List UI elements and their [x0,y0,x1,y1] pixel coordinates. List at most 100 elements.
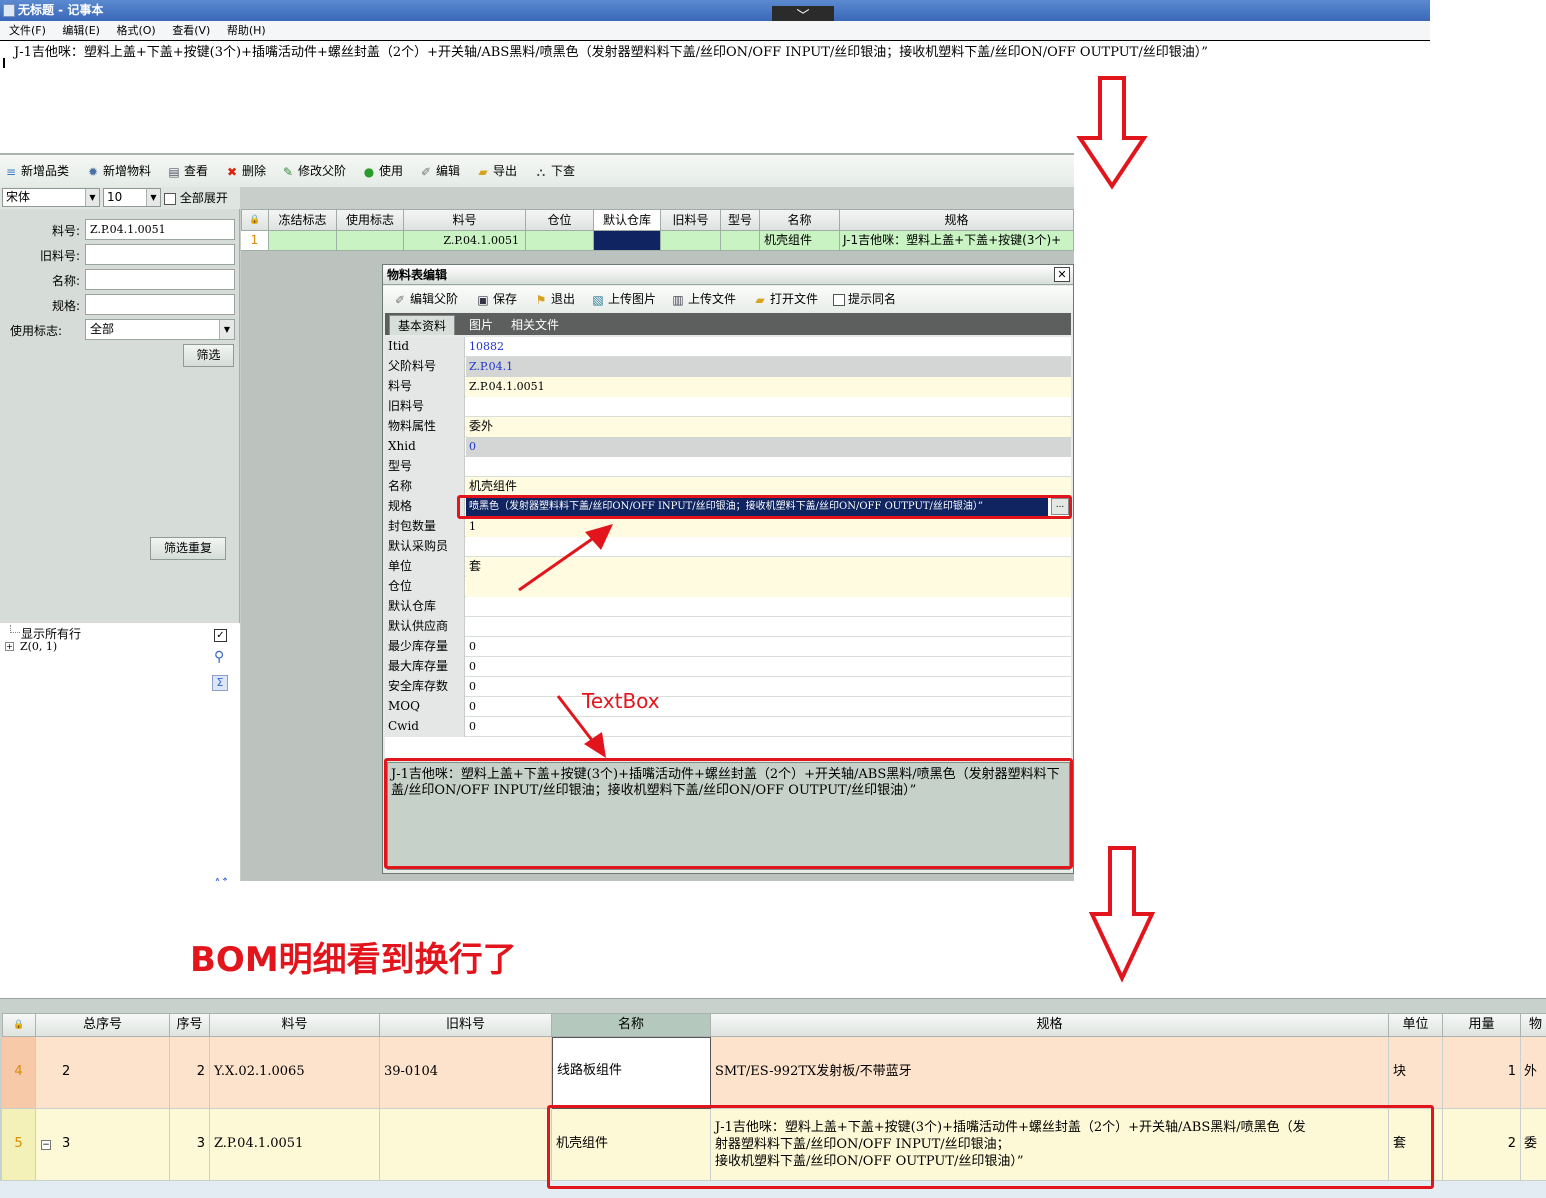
use-button[interactable]: ● 使用 [362,155,403,187]
close-icon[interactable]: ✕ [1054,267,1070,282]
cell-old-code[interactable] [380,1109,552,1181]
col-qty[interactable]: 用量 [1443,1013,1521,1037]
prop-row: Itid 10882 [385,337,1071,357]
add-category-button[interactable]: ≡ 新增品类 [4,155,69,187]
cell-seq[interactable]: 3 [170,1109,210,1181]
table-cell[interactable] [526,231,594,251]
search-icon[interactable]: ⚲ [214,649,224,665]
col-name[interactable]: 名称 [552,1013,711,1037]
highlight-spec-field [457,495,1072,519]
col-unit[interactable]: 单位 [1389,1013,1443,1037]
export-button[interactable]: ▰ 导出 [476,155,517,187]
sort-descending-icon[interactable]: A↕Z [214,878,229,882]
chevron-down-icon[interactable]: ▼ [219,320,234,339]
add-material-button[interactable]: ✹ 新增物料 [86,155,151,187]
col-location[interactable]: 仓位 [526,209,594,231]
lookup-button[interactable]: ⛬ 下查 [534,155,575,187]
tab-images[interactable]: 图片 [461,315,501,335]
edit-parent-button[interactable]: ✐ 编辑父阶 [393,286,458,312]
menu-edit[interactable]: 编辑(E) [62,21,100,40]
notepad-text-area[interactable]: J-1吉他咪：塑料上盖+下盖+按键(3个)+插嘴活动件+螺丝封盖（2个）+开关轴… [0,40,1430,68]
cell-spec[interactable]: SMT/ES-992TX发射板/不带蓝牙 [711,1037,1389,1109]
cell-code[interactable]: Y.X.02.1.0065 [210,1037,380,1109]
col-model[interactable]: 型号 [721,209,760,231]
old-code-label: 旧料号: [39,249,80,263]
col-total-seq[interactable]: 总序号 [36,1013,170,1037]
col-old-code[interactable]: 旧料号 [661,209,721,231]
table-cell[interactable] [337,231,404,251]
cell-code[interactable]: Z.P.04.1.0051 [210,1109,380,1181]
spec-input[interactable] [85,294,235,315]
chevron-down-icon[interactable]: ▼ [146,189,160,206]
expand-all-checkbox[interactable] [164,192,176,205]
table-cell-name[interactable]: 机壳组件 [760,231,840,251]
menu-file[interactable]: 文件(F) [9,21,46,40]
view-button[interactable]: ▤ 查看 [167,155,208,187]
save-button[interactable]: ▣ 保存 [476,286,517,312]
upload-image-button[interactable]: ▧ 上传图片 [591,286,656,312]
open-file-button[interactable]: ▰ 打开文件 [753,286,818,312]
col-old-code[interactable]: 旧料号 [380,1013,552,1037]
collapse-icon[interactable]: − [41,1140,51,1150]
row-number: 4 [2,1037,36,1109]
col-freeze[interactable]: 冻结标志 [269,209,337,231]
cell-unit[interactable]: 块 [1389,1037,1443,1109]
name-input[interactable] [85,269,235,290]
font-size-select[interactable]: 10 ▼ [103,188,161,207]
use-flag-select[interactable]: 全部 ▼ [85,319,235,340]
expand-icon[interactable]: + [5,642,14,651]
font-row: 宋体 ▼ 10 ▼ 全部展开 [0,187,240,209]
col-use[interactable]: 使用标志 [337,209,404,231]
prop-row: 最少库存量 0 [385,637,1071,657]
col-seq[interactable]: 序号 [170,1013,210,1037]
table-cell[interactable] [721,231,760,251]
table-cell-code[interactable]: Z.P.04.1.0051 [404,231,526,251]
sum-icon[interactable]: Σ [212,675,228,691]
same-name-hint-toggle[interactable]: 提示同名 [833,286,896,312]
cell-name[interactable]: 线路板组件 [552,1037,711,1109]
cell-total-seq[interactable]: 2 [36,1037,170,1109]
tab-related-files[interactable]: 相关文件 [503,315,567,335]
menu-help[interactable]: 帮助(H) [227,21,266,40]
exit-button[interactable]: ⚑ 退出 [534,286,575,312]
expand-all-toggle[interactable]: 全部展开 [164,189,228,207]
edit-parent-button[interactable]: ✎ 修改父阶 [281,155,346,187]
tree-node[interactable]: Z(0, 1) [20,640,57,653]
filter-reset-button[interactable]: 筛选重复 [150,537,226,560]
chevron-down-icon[interactable]: ▼ [85,189,99,206]
menu-format[interactable]: 格式(O) [116,21,155,40]
cell-old-code[interactable]: 39-0104 [380,1037,552,1109]
cell-qty[interactable]: 1 [1443,1037,1521,1109]
cell-seq[interactable]: 2 [170,1037,210,1109]
notepad-titlebar: 无标题 - 记事本 [0,0,1430,21]
col-spec[interactable]: 规格 [840,209,1074,231]
table-cell[interactable] [661,231,721,251]
old-code-input[interactable] [85,244,235,265]
table-cell-selected[interactable] [594,231,661,251]
checkbox-checked-icon[interactable]: ✓ [214,629,227,642]
table-cell[interactable] [269,231,337,251]
dialog-toolbar: ✐ 编辑父阶 ▣ 保存 ⚑ 退出 ▧ 上传图片 ▥ 上传文件 ▰ 打开文件 提示同名 [383,286,1073,312]
tab-basic-info[interactable]: 基本资料 [389,315,456,335]
code-input[interactable]: Z.P.04.1.0051 [85,219,235,240]
col-attr[interactable]: 物 [1521,1013,1546,1037]
cell-qty[interactable]: 2 [1443,1109,1521,1181]
menu-view[interactable]: 查看(V) [172,21,210,40]
col-name[interactable]: 名称 [760,209,840,231]
cell-attr[interactable]: 外 [1521,1037,1546,1109]
upload-file-button[interactable]: ▥ 上传文件 [671,286,736,312]
font-family-select[interactable]: 宋体 ▼ [2,188,100,207]
filter-button[interactable]: 筛选 [183,344,234,367]
table-cell-spec[interactable]: J-1吉他咪：塑料上盖+下盖+按键(3个)+ [840,231,1074,251]
col-default-warehouse[interactable]: 默认仓库 [594,209,661,231]
col-code[interactable]: 料号 [404,209,526,231]
same-name-checkbox[interactable] [833,293,845,306]
cell-attr[interactable]: 委 [1521,1109,1546,1181]
col-spec[interactable]: 规格 [711,1013,1389,1037]
book-icon: ▥ [672,292,684,307]
cell-total-seq[interactable]: − 3 [36,1109,170,1181]
edit-button[interactable]: ✐ 编辑 [419,155,460,187]
delete-button[interactable]: ✖ 删除 [225,155,266,187]
check-circle-icon: ● [363,164,375,179]
col-code[interactable]: 料号 [210,1013,380,1037]
